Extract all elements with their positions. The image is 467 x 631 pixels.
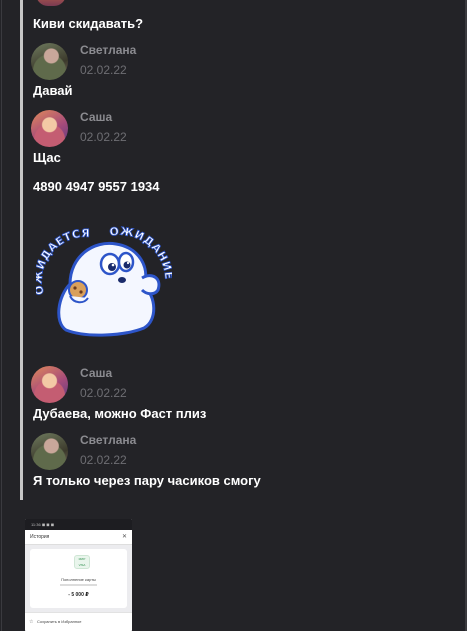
transaction-card: МИР VISA Пополнение карты - 5 000 ₽ bbox=[30, 549, 127, 608]
message-text: Киви скидавать? bbox=[33, 16, 144, 31]
avatar[interactable] bbox=[36, 0, 66, 6]
avatar[interactable] bbox=[31, 43, 68, 80]
close-icon: ✕ bbox=[121, 534, 127, 540]
transaction-subtitle-line bbox=[60, 584, 97, 586]
history-title: История bbox=[30, 534, 50, 540]
message-text: Дубаева, можно Фаст плиз bbox=[33, 406, 207, 421]
avatar[interactable] bbox=[31, 110, 68, 147]
message-text: 4890 4947 9557 1934 bbox=[33, 179, 160, 194]
author-name[interactable]: Саша bbox=[80, 110, 112, 124]
message-text: Давай bbox=[33, 83, 73, 98]
image-attachment[interactable]: 11:36 ◼ ◼ ◼ История ✕ МИР VISA Пополнени… bbox=[25, 519, 132, 631]
avatar[interactable] bbox=[31, 366, 68, 403]
star-icon: ☆ bbox=[29, 619, 34, 625]
message-date: 02.02.22 bbox=[80, 63, 127, 77]
chat-view: Киви скидавать? Светлана 02.02.22 Давай … bbox=[0, 0, 467, 631]
sticker-image[interactable]: ОЖИДАЕТСЯ ОЖИДАНИЕ bbox=[31, 212, 175, 338]
transaction-title: Пополнение карты bbox=[61, 577, 96, 582]
status-text: 11:36 ◼ ◼ ◼ bbox=[31, 522, 55, 527]
avatar[interactable] bbox=[31, 433, 68, 470]
ghost-sticker-icon: ОЖИДАЕТСЯ ОЖИДАНИЕ bbox=[31, 224, 175, 337]
author-name[interactable]: Светлана bbox=[80, 43, 136, 57]
transaction-amount: - 5 000 ₽ bbox=[68, 592, 89, 598]
favorite-label: Сохранить в Избранное bbox=[37, 619, 82, 624]
panel-edge bbox=[1, 0, 2, 631]
author-name[interactable]: Светлана bbox=[80, 433, 136, 447]
message-date: 02.02.22 bbox=[80, 453, 127, 467]
author-name[interactable]: Саша bbox=[80, 366, 112, 380]
message-date: 02.02.22 bbox=[80, 386, 127, 400]
phone-status-bar: 11:36 ◼ ◼ ◼ bbox=[25, 519, 132, 530]
message-date: 02.02.22 bbox=[80, 130, 127, 144]
thread-quote-bar bbox=[20, 0, 23, 500]
history-header: История ✕ bbox=[25, 530, 132, 545]
message-text: Я только через пару часиков смогу bbox=[33, 473, 261, 488]
favorite-row: ☆ Сохранить в Избранное bbox=[25, 612, 132, 631]
card-logo: МИР VISA bbox=[74, 555, 90, 569]
message-text: Щас bbox=[33, 150, 61, 165]
